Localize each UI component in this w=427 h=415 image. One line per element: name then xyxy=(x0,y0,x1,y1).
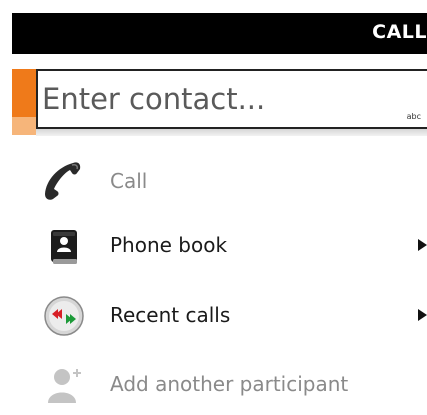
menu-item-call[interactable]: Call xyxy=(0,152,427,212)
menu-item-recent-calls[interactable]: Recent calls xyxy=(0,286,427,346)
menu-item-label: Call xyxy=(110,169,148,193)
menu-item-label: Add another participant xyxy=(110,372,349,396)
contact-input[interactable] xyxy=(42,77,382,121)
menu-item-phone-book[interactable]: Phone book xyxy=(0,216,427,276)
add-participant-icon xyxy=(48,369,81,403)
input-underline xyxy=(36,129,427,136)
submenu-arrow-icon xyxy=(418,309,427,321)
menu-item-label: Recent calls xyxy=(110,303,231,327)
input-mode-indicator: abc xyxy=(406,112,421,121)
submenu-arrow-icon xyxy=(418,239,427,251)
contact-input-box[interactable]: abc xyxy=(36,69,427,129)
menu-item-label: Phone book xyxy=(110,233,228,257)
phone-book-icon xyxy=(51,230,77,264)
page-title: CALL xyxy=(372,21,427,43)
input-focus-stripe xyxy=(12,117,36,135)
recent-calls-icon xyxy=(44,296,84,336)
input-focus-indicator xyxy=(12,69,36,135)
title-bar: CALL xyxy=(12,13,427,54)
phone-handset-icon xyxy=(45,162,81,200)
menu-item-add-participant[interactable]: Add another participant xyxy=(0,355,427,415)
